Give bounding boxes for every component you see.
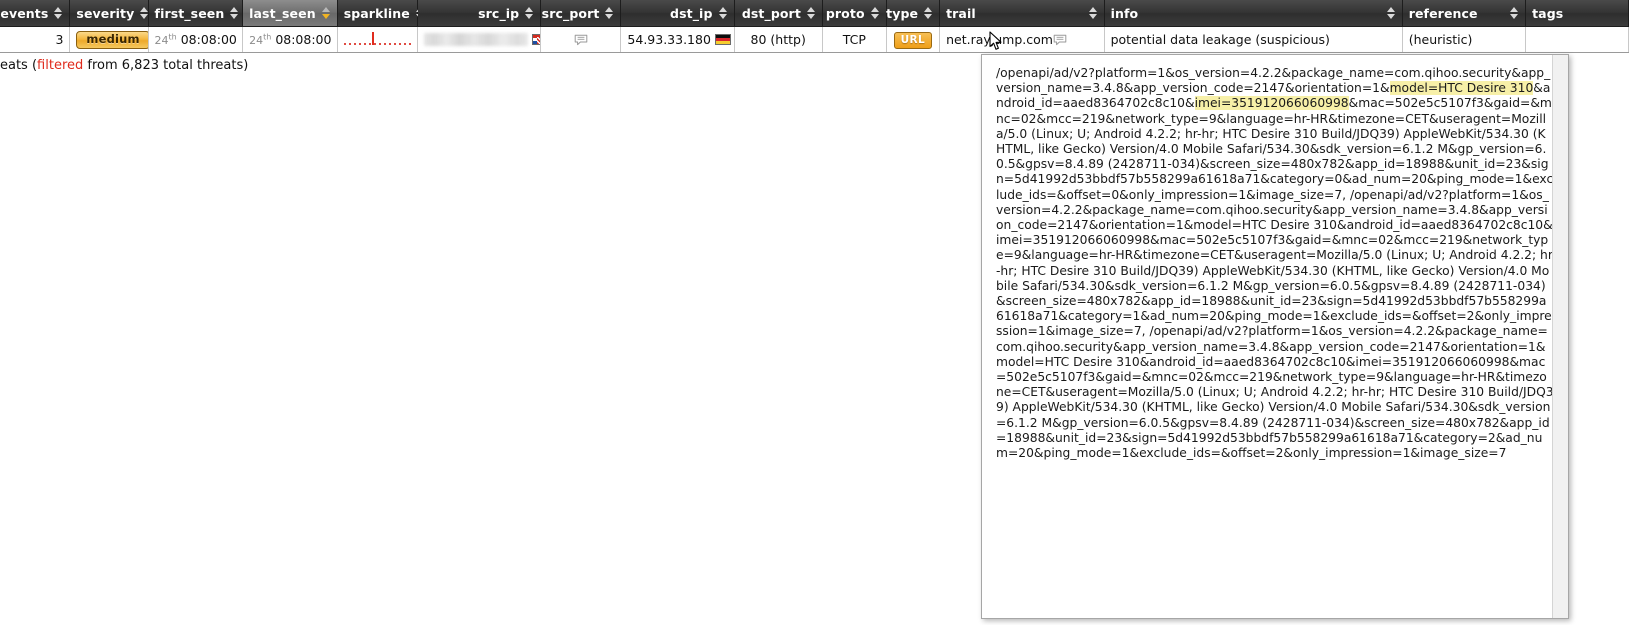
cell-reference: (heuristic) xyxy=(1402,26,1527,53)
column-header-dst_port[interactable]: dst_port xyxy=(734,0,823,27)
sort-indicator-dst_port[interactable] xyxy=(806,7,816,19)
cell-severity: medium xyxy=(69,26,149,53)
croatia-flag-icon xyxy=(531,34,540,45)
cell-last-seen-day-number: 24 xyxy=(249,34,264,47)
column-header-label-tags: tags xyxy=(1532,5,1564,21)
column-header-label-last_seen: last_seen xyxy=(249,5,316,21)
status-suffix: from 6,823 total threats) xyxy=(83,58,249,73)
sparkline-baseline xyxy=(343,42,411,45)
column-header-first_seen[interactable]: first_seen xyxy=(148,0,244,27)
tooltip-content: /openapi/ad/v2?platform=1&os_version=4.2… xyxy=(982,55,1568,471)
sort-indicator-first_seen[interactable] xyxy=(230,7,239,19)
column-header-reference[interactable]: reference xyxy=(1402,0,1527,27)
table-header: events severity first_seen last_seen sparkli… xyxy=(0,0,1629,27)
trail-comment-bubble-icon[interactable] xyxy=(1053,34,1067,46)
sort-indicator-trail[interactable] xyxy=(1088,7,1098,19)
column-header-trail[interactable]: trail xyxy=(939,0,1105,27)
threats-table-screen: events severity first_seen last_seen sparkli… xyxy=(0,0,1629,625)
sort-indicator-active-last_seen[interactable] xyxy=(321,7,331,19)
dst-ip-value: 54.93.33.180 xyxy=(627,32,711,47)
column-header-src_port[interactable]: src_port xyxy=(540,0,622,27)
sort-indicator-dst_ip[interactable] xyxy=(718,7,728,19)
status-prefix: eats ( xyxy=(0,58,38,73)
sort-indicator-proto[interactable] xyxy=(870,7,880,19)
cell-tags xyxy=(1525,26,1629,53)
column-header-label-first_seen: first_seen xyxy=(154,5,225,21)
status-filtered-word: filtered xyxy=(37,58,84,73)
cell-trail[interactable]: net.rayjump.com xyxy=(939,26,1105,53)
column-header-label-dst_port: dst_port xyxy=(741,5,801,21)
column-header-events[interactable]: events xyxy=(0,0,71,27)
germany-flag-icon xyxy=(714,34,731,45)
table-header-row: events severity first_seen last_seen sparkli… xyxy=(0,0,1629,27)
type-badge: URL xyxy=(893,31,933,49)
threats-table: events severity first_seen last_seen sparkli… xyxy=(0,0,1629,53)
cell-first-seen-day: 24th xyxy=(154,32,177,47)
cell-first-seen-day-number: 24 xyxy=(154,34,169,47)
tooltip-highlight-3: imei=351912066060998 xyxy=(1194,96,1349,111)
column-header-dst_ip[interactable]: dst_ip xyxy=(620,0,735,27)
column-header-src_ip[interactable]: src_ip xyxy=(417,0,542,27)
sort-indicator-src_ip[interactable] xyxy=(525,7,534,19)
column-header-label-src_port: src_port xyxy=(541,5,600,21)
tooltip-highlight-1: model=HTC Desire 310 xyxy=(1389,81,1534,96)
cell-sparkline xyxy=(337,26,418,53)
column-header-label-severity: severity xyxy=(76,5,135,21)
cell-last-seen-day-ordinal: th xyxy=(263,32,272,42)
cell-first-seen-time: 08:08:00 xyxy=(180,32,237,47)
cell-first-seen-day-ordinal: th xyxy=(168,32,177,42)
trail-value: net.rayjump.com xyxy=(946,32,1053,47)
cell-dst-port: 80 (http) xyxy=(734,26,823,53)
column-header-info[interactable]: info xyxy=(1104,0,1403,27)
column-header-proto[interactable]: proto xyxy=(822,0,887,27)
column-header-type[interactable]: type xyxy=(886,0,941,27)
tooltip-text-4: &mac=502e5c5107f3&gaid=&mnc=02&mcc=219&n… xyxy=(996,96,1554,461)
column-header-last_seen[interactable]: last_seen xyxy=(242,0,338,27)
cell-src-port xyxy=(540,26,622,53)
sort-indicator-events[interactable] xyxy=(54,7,63,19)
src-port-comment-bubble-icon xyxy=(574,34,588,46)
column-header-label-info: info xyxy=(1110,5,1139,21)
trail-detail-tooltip: /openapi/ad/v2?platform=1&os_version=4.2… xyxy=(981,54,1569,619)
sort-indicator-src_port[interactable] xyxy=(605,7,614,19)
column-header-label-trail: trail xyxy=(946,5,976,21)
cell-last-seen-time: 08:08:00 xyxy=(275,32,332,47)
column-header-label-sparkline: sparkline xyxy=(343,5,410,21)
severity-badge: medium xyxy=(76,30,148,49)
threat-count-status: eats (filtered from 6,823 total threats) xyxy=(0,58,248,73)
column-header-sparkline[interactable]: sparkline xyxy=(337,0,424,27)
sparkline-chart xyxy=(343,31,411,48)
column-header-label-proto: proto xyxy=(825,5,865,21)
cell-last-seen-day: 24th xyxy=(249,32,272,47)
column-header-label-dst_ip: dst_ip xyxy=(670,5,713,21)
table-body: 3 medium 24th 08:08:00 24th 08:08:00 54.93.3… xyxy=(0,26,1629,53)
column-header-severity[interactable]: severity xyxy=(69,0,149,27)
sparkline-spike xyxy=(371,31,374,45)
column-header-label-src_ip: src_ip xyxy=(478,5,520,21)
column-header-tags[interactable]: tags xyxy=(1525,0,1629,27)
column-header-label-reference: reference xyxy=(1408,5,1478,21)
column-header-label-type: type xyxy=(886,5,919,21)
column-header-label-events: events xyxy=(0,5,49,21)
cell-src-ip xyxy=(417,26,542,53)
table-row[interactable]: 3 medium 24th 08:08:00 24th 08:08:00 54.93.3… xyxy=(0,26,1629,53)
tooltip-scrollbar[interactable] xyxy=(1552,55,1568,618)
cell-events: 3 xyxy=(0,26,71,53)
cell-first-seen: 24th 08:08:00 xyxy=(148,26,244,53)
cell-proto: TCP xyxy=(822,26,887,53)
cell-type: URL xyxy=(886,26,941,53)
sort-indicator-reference[interactable] xyxy=(1510,7,1519,19)
cell-last-seen: 24th 08:08:00 xyxy=(242,26,338,53)
sort-indicator-info[interactable] xyxy=(1386,7,1396,19)
sort-indicator-type[interactable] xyxy=(924,7,933,19)
cell-dst-ip: 54.93.33.180 xyxy=(620,26,735,53)
src-ip-redacted-value xyxy=(423,33,528,46)
cell-info: potential data leakage (suspicious) xyxy=(1104,26,1403,53)
